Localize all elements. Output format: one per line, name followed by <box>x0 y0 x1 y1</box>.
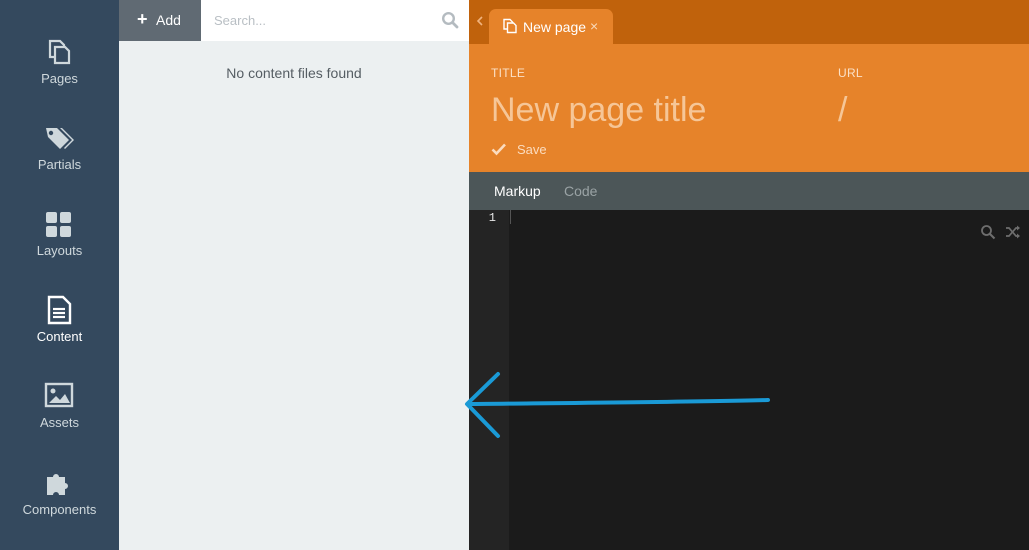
editor-subtabs: Markup Code <box>469 172 1029 210</box>
add-button[interactable]: + Add <box>119 0 201 41</box>
title-label: TITLE <box>491 66 526 80</box>
sidebar-item-assets[interactable]: Assets <box>0 356 119 442</box>
page-header-form: TITLE URL Save <box>469 44 1029 172</box>
line-gutter: 1 <box>469 210 509 550</box>
sidebar-item-label: Components <box>22 502 97 517</box>
file-text-icon <box>47 295 72 325</box>
close-icon[interactable]: × <box>590 18 598 34</box>
image-icon <box>44 382 74 408</box>
sidebar-item-label: Assets <box>39 415 79 430</box>
puzzle-icon <box>47 474 68 495</box>
sidebar-item-pages[interactable]: Pages <box>0 12 119 98</box>
sidebar-item-label: Pages <box>41 71 78 86</box>
content-list-pane: + Add No content files found <box>119 0 469 550</box>
sidebar-item-label: Content <box>36 329 83 344</box>
tab-code[interactable]: Code <box>564 183 597 199</box>
add-button-label: Add <box>156 12 181 28</box>
tab-title: New page <box>523 19 587 35</box>
code-editor[interactable]: 1 <box>469 210 1029 550</box>
search-icon[interactable] <box>980 224 996 240</box>
sidebar-item-layouts[interactable]: Layouts <box>0 184 119 270</box>
editor-panel: New page × TITLE URL Save Markup Code 1 <box>469 0 1029 550</box>
sidebar: Pages Partials Layouts Content Assets Co… <box>0 0 119 550</box>
save-label: Save <box>517 142 547 157</box>
check-icon <box>491 143 506 156</box>
line-number: 1 <box>488 211 496 225</box>
title-input[interactable] <box>491 88 811 132</box>
sidebar-item-content[interactable]: Content <box>0 270 119 356</box>
search-box <box>201 0 469 41</box>
tab-new-page[interactable]: New page × <box>489 9 613 44</box>
list-toolbar: + Add <box>119 0 469 42</box>
search-icon[interactable] <box>441 11 459 29</box>
chevron-left-icon[interactable] <box>473 14 487 28</box>
text-cursor <box>510 210 511 224</box>
empty-message: No content files found <box>226 65 362 81</box>
sidebar-item-components[interactable]: Components <box>0 443 119 529</box>
tags-icon <box>46 128 74 149</box>
pages-icon <box>48 39 71 65</box>
tab-markup[interactable]: Markup <box>494 183 541 199</box>
shuffle-icon[interactable] <box>1005 224 1021 240</box>
sidebar-item-label: Partials <box>37 157 82 172</box>
url-input[interactable] <box>838 88 1018 132</box>
tab-bar: New page × <box>469 0 1029 44</box>
url-label: URL <box>838 66 863 80</box>
grid-icon <box>46 212 71 237</box>
search-input[interactable] <box>201 0 431 41</box>
sidebar-item-partials[interactable]: Partials <box>0 98 119 184</box>
pages-icon <box>503 18 517 34</box>
sidebar-item-label: Layouts <box>36 243 83 258</box>
plus-icon: + <box>137 9 148 29</box>
